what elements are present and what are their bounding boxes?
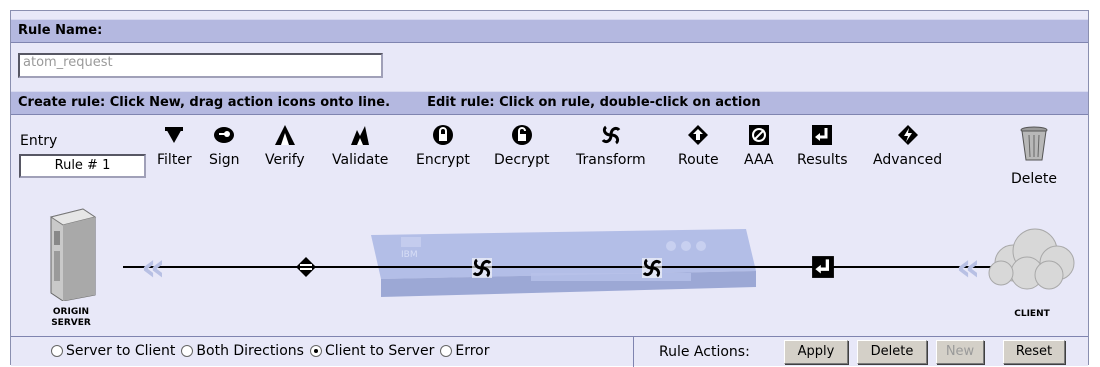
- transform-icon: [601, 125, 621, 145]
- decrypt-icon: [511, 125, 532, 145]
- transform-label: Transform: [576, 152, 646, 168]
- filter-tool[interactable]: Filter: [157, 124, 192, 168]
- aaa-tool[interactable]: AAA: [744, 124, 774, 168]
- appliance-image: IBM: [371, 229, 756, 297]
- encrypt-icon: [432, 125, 453, 145]
- aaa-label: AAA: [744, 152, 774, 168]
- results-icon: [812, 125, 833, 145]
- radio-button-selected[interactable]: [309, 345, 322, 357]
- rule-line[interactable]: [123, 266, 991, 268]
- origin-server-label: ORIGIN SERVER: [51, 307, 91, 328]
- sign-icon: [214, 127, 235, 143]
- encrypt-tool[interactable]: Encrypt: [416, 124, 470, 168]
- client-cloud-icon: [988, 228, 1075, 290]
- route-label: Route: [678, 152, 719, 168]
- rule-direction-bar: Server to Client Both Directions Client …: [11, 336, 1088, 367]
- rule-name-input[interactable]: atom_request: [18, 53, 383, 78]
- new-rule-button[interactable]: New: [936, 340, 984, 364]
- validate-icon: [351, 126, 370, 145]
- entry-label: Entry: [20, 133, 58, 149]
- radio-button[interactable]: [440, 345, 453, 357]
- sign-tool[interactable]: Sign: [209, 124, 240, 168]
- verify-icon: [274, 125, 295, 145]
- radio-error[interactable]: Error: [440, 343, 489, 359]
- transform-icon[interactable]: [641, 257, 663, 279]
- encrypt-label: Encrypt: [416, 152, 470, 168]
- radio-button[interactable]: [51, 345, 63, 357]
- delete-tool-label: Delete: [1011, 171, 1057, 187]
- rule-number-field[interactable]: Rule # 1: [19, 154, 146, 178]
- validate-tool[interactable]: Validate: [332, 124, 388, 168]
- rule-actions-label: Rule Actions:: [659, 344, 750, 360]
- trash-icon: [1020, 126, 1048, 161]
- radio-client-to-server[interactable]: Client to Server: [309, 343, 434, 359]
- sign-label: Sign: [209, 152, 240, 168]
- create-rule-instruction: Create rule: Click New, drag action icon…: [18, 95, 391, 110]
- filter-icon: [165, 127, 184, 143]
- route-icon: [688, 125, 709, 145]
- verify-label: Verify: [265, 152, 305, 168]
- radio-server-to-client[interactable]: Server to Client: [51, 343, 175, 359]
- match-icon[interactable]: [295, 256, 317, 278]
- advanced-label: Advanced: [873, 152, 943, 168]
- verify-tool[interactable]: Verify: [265, 124, 305, 168]
- reset-button[interactable]: Reset: [1003, 340, 1065, 364]
- results-tool[interactable]: Results: [797, 124, 848, 168]
- filter-label: Filter: [157, 152, 192, 168]
- instructions-bar: Create rule: Click New, drag action icon…: [11, 91, 1088, 115]
- apply-button[interactable]: Apply: [784, 340, 848, 364]
- results-icon[interactable]: [811, 255, 835, 279]
- rule-canvas[interactable]: IBM ORIGIN SERVER « « CLIENT: [11, 193, 1088, 331]
- edit-rule-instruction: Edit rule: Click on rule, double-click o…: [427, 95, 761, 110]
- delete-trash-target[interactable]: Delete: [1011, 125, 1057, 187]
- decrypt-label: Decrypt: [494, 152, 550, 168]
- aaa-icon: [748, 125, 769, 145]
- decrypt-tool[interactable]: Decrypt: [494, 124, 550, 168]
- results-label: Results: [797, 152, 848, 168]
- appliance-brand: IBM: [401, 250, 418, 260]
- delete-rule-button[interactable]: Delete: [857, 340, 927, 364]
- route-tool[interactable]: Route: [678, 124, 719, 168]
- transform-tool[interactable]: Transform: [576, 124, 646, 168]
- advanced-tool[interactable]: Advanced: [873, 124, 942, 168]
- rule-name-header: Rule Name:: [11, 19, 1088, 43]
- radio-both-directions[interactable]: Both Directions: [181, 343, 304, 359]
- advanced-icon: [897, 125, 918, 145]
- rule-editor-panel: Rule Name: atom_request Create rule: Cli…: [10, 10, 1089, 367]
- radio-button[interactable]: [181, 345, 194, 357]
- chevron-left-icon: «: [956, 245, 980, 289]
- transform-icon[interactable]: [471, 257, 493, 279]
- origin-server-icon: [49, 208, 97, 301]
- divider: [633, 337, 634, 367]
- chevron-left-icon: «: [141, 245, 165, 289]
- direction-radio-group: Server to Client Both Directions Client …: [51, 343, 491, 359]
- validate-label: Validate: [332, 152, 389, 168]
- client-label: CLIENT: [1014, 309, 1050, 319]
